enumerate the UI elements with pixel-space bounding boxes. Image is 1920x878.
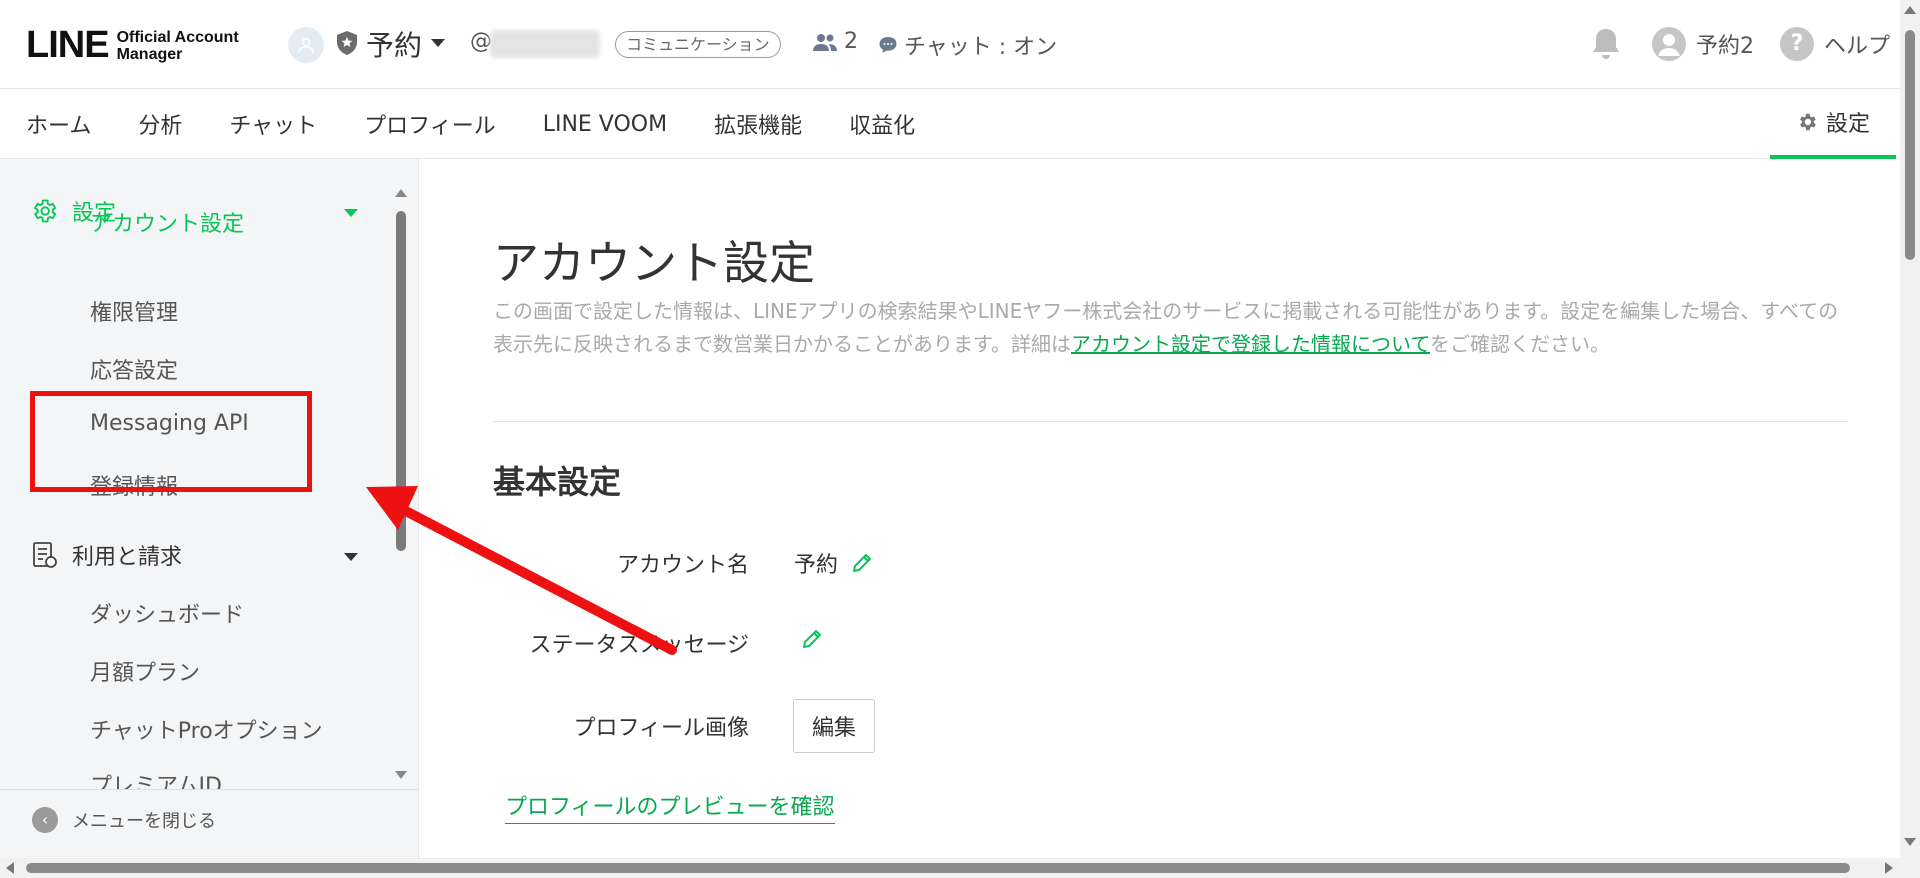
profile-preview-link[interactable]: プロフィールのプレビューを確認 <box>505 789 835 824</box>
logo-line-text: LINE <box>26 24 110 66</box>
tab-extensions[interactable]: 拡張機能 <box>714 108 802 140</box>
status-message-label: ステータスメッセージ <box>529 633 749 658</box>
tab-home[interactable]: ホーム <box>26 108 91 140</box>
tab-monetization[interactable]: 収益化 <box>849 108 915 140</box>
nav-tabs: ホーム 分析 チャット プロフィール LINE VOOM 拡張機能 収益化 <box>26 89 962 159</box>
account-type-badge: コミュニケーション <box>615 31 781 58</box>
page-scroll-up[interactable] <box>1904 6 1916 14</box>
sidebar-item-monthly-plan[interactable]: 月額プラン <box>90 655 200 687</box>
chevron-left-icon: ‹ <box>32 806 58 833</box>
chat-bubble-icon <box>879 37 897 53</box>
account-name-label: アカウント名 <box>616 553 749 578</box>
user-menu[interactable]: 予約2 <box>1652 27 1754 61</box>
help-menu[interactable]: ? ヘルプ <box>1780 27 1890 61</box>
page-title: アカウント設定 <box>493 236 815 290</box>
account-avatar[interactable] <box>288 27 324 63</box>
pencil-icon[interactable] <box>800 627 824 651</box>
main-nav: ホーム 分析 チャット プロフィール LINE VOOM 拡張機能 収益化 設定 <box>0 89 1900 159</box>
profile-image-label: プロフィール画像 <box>573 716 749 741</box>
friends-icon <box>813 33 837 51</box>
top-header: LINE Official Account Manager 予約 @ コミュニケ… <box>0 0 1900 89</box>
section-title-basic: 基本設定 <box>493 463 622 501</box>
pencil-icon[interactable] <box>850 551 874 575</box>
caret-down-icon[interactable] <box>344 209 358 217</box>
close-menu-label: メニューを閉じる <box>72 810 216 832</box>
user-name: 予約2 <box>1696 34 1754 59</box>
account-name-row: 予約 <box>794 547 874 579</box>
edit-profile-image-button[interactable]: 編集 <box>793 699 875 753</box>
tab-settings-label: 設定 <box>1825 112 1870 137</box>
page-scroll-right[interactable] <box>1885 862 1893 874</box>
sidebar-scroll-down[interactable] <box>395 771 407 779</box>
account-name-value: 予約 <box>794 553 839 578</box>
chat-status[interactable]: チャット : オン <box>878 29 1057 61</box>
sidebar-item-account-settings[interactable]: アカウント設定 <box>90 206 244 238</box>
bell-icon[interactable] <box>1590 27 1622 61</box>
tab-settings[interactable]: 設定 <box>1770 89 1896 159</box>
sidebar-section-billing[interactable]: 利用と請求 <box>30 539 182 571</box>
annotation-highlight-box <box>30 391 312 492</box>
chat-status-label: チャット : オン <box>904 35 1058 60</box>
page-horizontal-scroll-thumb[interactable] <box>26 863 1850 873</box>
sidebar-item-chat-pro-option[interactable]: チャットProオプション <box>90 713 323 745</box>
close-menu-button[interactable]: ‹ メニューを閉じる <box>0 789 418 849</box>
friends-count[interactable]: 2 <box>812 29 858 54</box>
sidebar: 設定 アカウント設定 権限管理 応答設定 Messaging API 登録情報 … <box>0 159 419 859</box>
section-divider <box>493 421 1848 422</box>
sidebar-item-response-settings[interactable]: 応答設定 <box>90 353 178 385</box>
friends-count-value: 2 <box>844 29 858 54</box>
sidebar-section-billing-label: 利用と請求 <box>72 545 183 570</box>
chevron-down-icon[interactable] <box>431 39 445 47</box>
account-id-prefix: @ <box>470 29 492 54</box>
page-scroll-left[interactable] <box>6 862 14 874</box>
app-window: LINE Official Account Manager 予約 @ コミュニケ… <box>0 0 1920 878</box>
sidebar-item-premium-id[interactable]: プレミアムID <box>90 771 222 791</box>
line-oa-logo[interactable]: LINE Official Account Manager <box>26 24 239 67</box>
gear-icon <box>1800 113 1816 131</box>
person-icon <box>298 37 314 54</box>
logo-sub-line-1: Official Account <box>116 28 239 46</box>
status-message-row <box>800 627 824 651</box>
sidebar-scroll-up[interactable] <box>395 189 407 197</box>
help-icon: ? <box>1780 27 1814 61</box>
user-avatar-icon <box>1652 27 1686 61</box>
tab-chat[interactable]: チャット <box>229 108 317 140</box>
shield-icon <box>337 31 357 55</box>
sidebar-scrollbar-thumb[interactable] <box>396 211 406 551</box>
main-content: アカウント設定 この画面で設定した情報は、LINEアプリの検索結果やLINEヤフ… <box>420 159 1900 859</box>
caret-down-icon[interactable] <box>344 553 358 561</box>
sidebar-item-permissions[interactable]: 権限管理 <box>90 295 178 327</box>
receipt-icon <box>33 542 57 568</box>
tab-line-voom[interactable]: LINE VOOM <box>543 112 667 137</box>
logo-sub-line-2: Manager <box>116 45 183 63</box>
logo-subtitle: Official Account Manager <box>117 29 239 63</box>
description-text-2: をご確認ください。 <box>1430 332 1610 356</box>
help-label: ヘルプ <box>1824 34 1891 59</box>
account-info-link[interactable]: アカウント設定で登録した情報について <box>1071 332 1430 356</box>
sidebar-item-dashboard[interactable]: ダッシュボード <box>90 597 244 629</box>
page-vertical-scroll-thumb[interactable] <box>1905 30 1915 260</box>
tab-analytics[interactable]: 分析 <box>138 108 182 140</box>
account-id-redacted <box>490 30 600 58</box>
account-name-selector[interactable]: 予約 <box>366 24 422 64</box>
page-description: この画面で設定した情報は、LINEアプリの検索結果やLINEヤフー株式会社のサー… <box>493 295 1853 361</box>
gear-icon <box>33 199 57 223</box>
tab-profile[interactable]: プロフィール <box>364 108 496 140</box>
page-scroll-down[interactable] <box>1904 838 1916 846</box>
